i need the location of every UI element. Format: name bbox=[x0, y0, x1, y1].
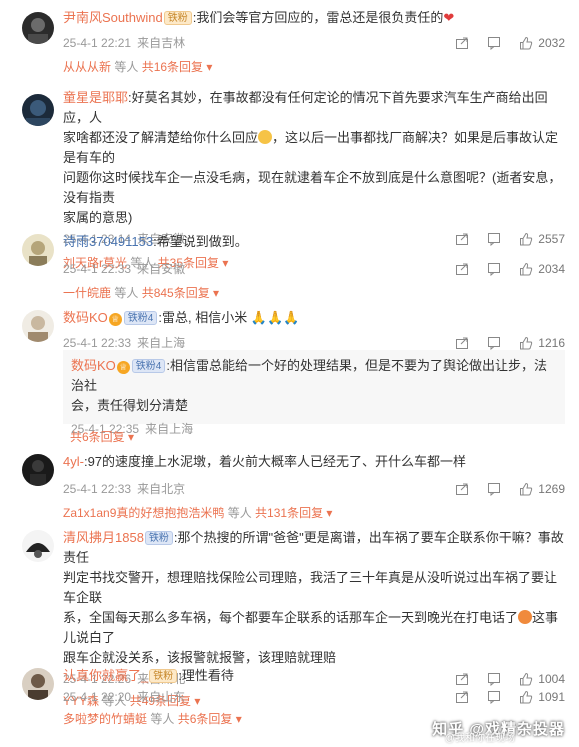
comment-icon[interactable] bbox=[487, 262, 501, 276]
comment-text: :我们会等官方回应的，雷总还是很负责任的 bbox=[192, 10, 444, 25]
avatar[interactable] bbox=[22, 234, 54, 266]
comment-time: 25-4-1 22:20 bbox=[63, 690, 132, 704]
comment-text: 会，责任得划分清楚 bbox=[71, 398, 189, 413]
avatar[interactable] bbox=[22, 668, 54, 700]
like-icon[interactable] bbox=[519, 36, 533, 50]
like-count: 1269 bbox=[538, 482, 565, 496]
like-count: 2034 bbox=[538, 262, 565, 276]
comment-text: 问题你这时候找车企一点没毛病，现在就逮着车企不放到底是什么意图呢？(逝者安息，没… bbox=[63, 170, 562, 205]
emoji-icon bbox=[258, 130, 273, 144]
comment-text: :理性看待 bbox=[178, 668, 234, 683]
comment-location: 来自北京 bbox=[137, 482, 186, 496]
heart-emoji-icon: ❤ bbox=[443, 10, 455, 25]
share-icon[interactable] bbox=[455, 36, 469, 50]
username[interactable]: 清风拂月1858 bbox=[63, 530, 144, 545]
comment-text: :希望说到做到。 bbox=[153, 234, 248, 249]
fan-badge: 铁粉 bbox=[149, 669, 178, 683]
comment-text: 跟车企就没关系，该报警就报警，该理赔就理赔 bbox=[63, 650, 337, 665]
reply-user[interactable]: Za1x1an9真的好想抱抱浩米鸭 bbox=[63, 506, 224, 520]
comment-icon[interactable] bbox=[487, 336, 501, 350]
reply-user[interactable]: 一什皖鹿 bbox=[63, 286, 111, 300]
username[interactable]: 数码KO bbox=[63, 310, 108, 325]
avatar[interactable] bbox=[22, 310, 54, 342]
comment-location: 来自安徽 bbox=[137, 262, 186, 276]
chevron-down-icon[interactable]: ▾ bbox=[210, 286, 219, 300]
avatar[interactable] bbox=[22, 530, 54, 562]
more-replies-link[interactable]: 共6条回复 bbox=[70, 430, 125, 444]
share-icon[interactable] bbox=[455, 482, 469, 496]
comment-text: :97的速度撞上水泥墩，着火前大概率人已经无了、开什么车都一样 bbox=[83, 454, 467, 469]
like-icon[interactable] bbox=[519, 262, 533, 276]
like-icon[interactable] bbox=[519, 482, 533, 496]
avatar[interactable] bbox=[22, 454, 54, 486]
more-replies-link[interactable]: 共131条回复 bbox=[255, 506, 323, 520]
comment-icon[interactable] bbox=[487, 690, 501, 704]
reply-mid: 等人 bbox=[111, 286, 142, 300]
comment-icon[interactable] bbox=[487, 482, 501, 496]
emoji-icon bbox=[518, 610, 533, 624]
comment-text: 系，全国每天那么多车祸，每个都要车企联系的话那车企一天到晚光在打电话了 bbox=[63, 610, 519, 625]
reply-user[interactable]: 多啦梦的竹蜻蜓 bbox=[63, 712, 147, 726]
chevron-down-icon[interactable]: ▾ bbox=[125, 430, 134, 444]
more-replies-link[interactable]: 共16条回复 bbox=[142, 60, 203, 74]
crown-icon: ♕ bbox=[108, 313, 122, 326]
comment-text: 判定书找交警开，想理赔找保险公司理赔，我活了三十年真是从没听说过出车祸了要让车企… bbox=[63, 570, 558, 605]
comment-location: 来自吉林 bbox=[137, 36, 186, 50]
comment-text: :好莫名其妙，在事故都没有任何定论的情况下首先要求汽车生产商给出回应，人 bbox=[63, 90, 548, 125]
comment-location: 来自山东 bbox=[137, 690, 186, 704]
reply-user[interactable]: 从从从新 bbox=[63, 60, 111, 74]
comment-time: 25-4-1 22:33 bbox=[63, 482, 132, 496]
fan-badge: 铁粉 bbox=[163, 11, 192, 25]
fan-badge: 铁粉4 bbox=[123, 311, 158, 325]
reply-mid: 等人 bbox=[224, 506, 256, 520]
comment-text: 家啥都还没了解清楚给你什么回应 bbox=[63, 130, 259, 145]
username[interactable]: 数码KO bbox=[71, 358, 116, 373]
share-icon[interactable] bbox=[455, 262, 469, 276]
comment-text: :雷总, 相信小米 bbox=[158, 310, 248, 325]
like-count: 2032 bbox=[538, 36, 565, 50]
comment-time: 25-4-1 22:33 bbox=[63, 336, 132, 350]
more-replies-link[interactable]: 共845条回复 bbox=[142, 286, 210, 300]
chevron-down-icon[interactable]: ▾ bbox=[232, 712, 242, 726]
username[interactable]: 4yl- bbox=[63, 454, 84, 469]
crown-icon: ♕ bbox=[116, 361, 130, 374]
comment-location: 来自上海 bbox=[145, 422, 194, 436]
chevron-down-icon[interactable]: ▾ bbox=[323, 506, 332, 520]
username[interactable]: 童星是耶耶 bbox=[63, 90, 128, 105]
comment-icon[interactable] bbox=[487, 36, 501, 50]
more-replies-link[interactable]: 共6条回复 bbox=[178, 712, 233, 726]
like-icon[interactable] bbox=[519, 336, 533, 350]
chevron-down-icon[interactable]: ▾ bbox=[203, 60, 212, 74]
watermark-sub: @我和你在现场 bbox=[444, 733, 515, 744]
reply-mid: 等人 bbox=[147, 712, 178, 726]
comment-time: 25-4-1 22:33 bbox=[63, 262, 132, 276]
comment-time: 25-4-1 22:21 bbox=[63, 36, 132, 50]
sub-reply: 数码KO ♕ 铁粉4:相信雷总能给一个好的处理结果，但是不要为了舆论做出让步，法治社… bbox=[63, 350, 565, 436]
avatar[interactable] bbox=[22, 12, 54, 44]
username[interactable]: 诗雨370491153 bbox=[63, 234, 153, 249]
like-count: 1091 bbox=[538, 690, 565, 704]
fan-badge: 铁粉4 bbox=[131, 359, 166, 373]
comment-location: 来自上海 bbox=[137, 336, 186, 350]
like-icon[interactable] bbox=[519, 690, 533, 704]
share-icon[interactable] bbox=[455, 336, 469, 350]
pray-emoji-icon: 🙏🙏🙏 bbox=[250, 310, 300, 325]
reply-mid: 等人 bbox=[111, 60, 142, 74]
fan-badge: 铁粉 bbox=[144, 531, 173, 545]
avatar[interactable] bbox=[22, 94, 54, 126]
share-icon[interactable] bbox=[455, 690, 469, 704]
comment-text: 家属的意思) bbox=[63, 210, 133, 225]
username[interactable]: 尹南风Southwind bbox=[63, 10, 163, 25]
username[interactable]: 认真你就赢了_ bbox=[63, 668, 148, 683]
